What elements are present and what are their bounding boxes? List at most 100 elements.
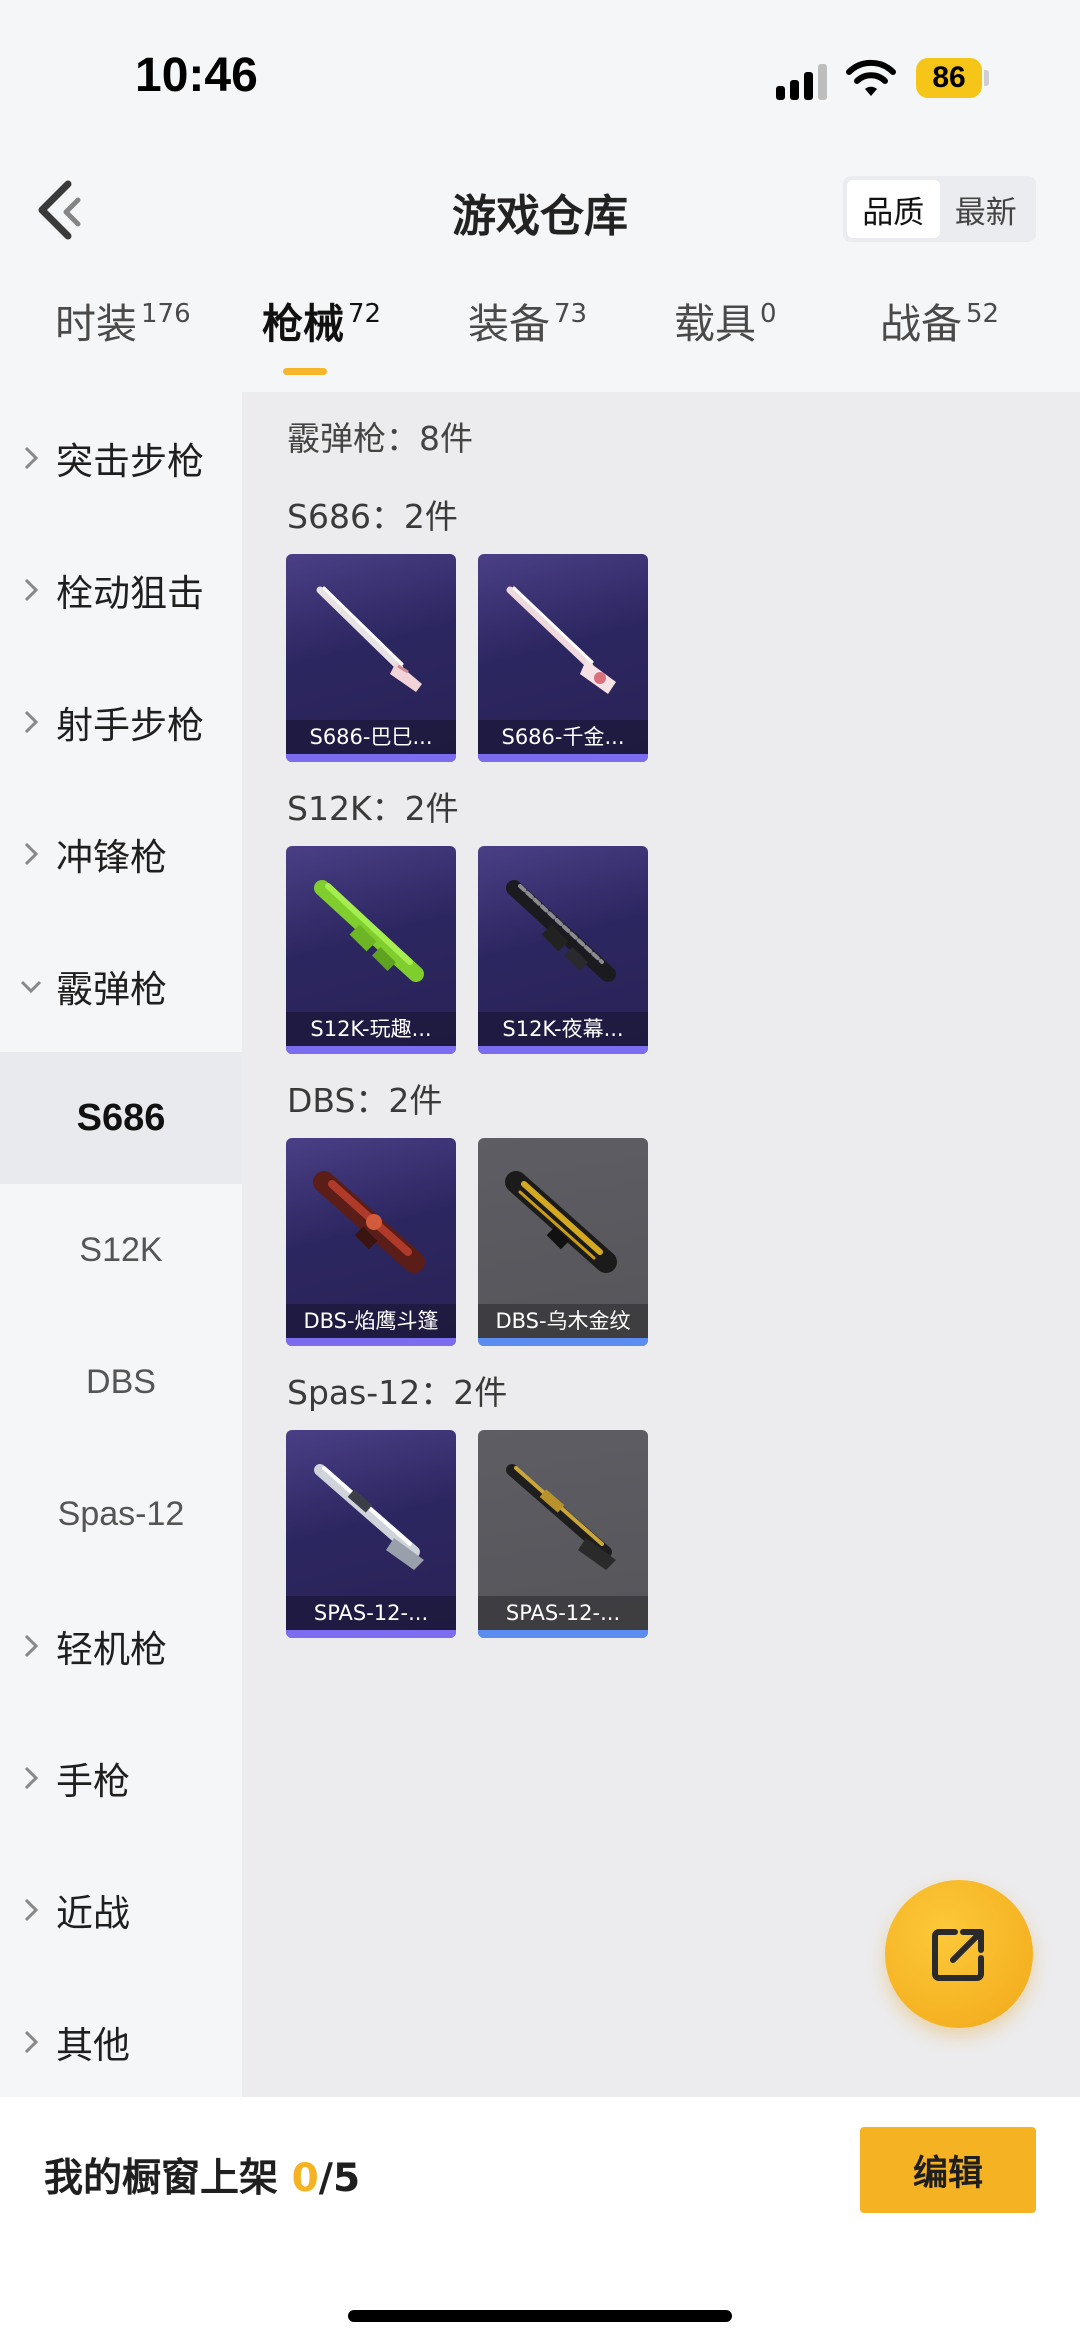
sidebar-item-smg[interactable]: 冲锋枪 <box>0 788 242 920</box>
sort-newest-button[interactable]: 最新 <box>940 180 1033 238</box>
chevron-right-icon <box>24 578 39 602</box>
item-name: S12K-夜幕... <box>478 1012 648 1046</box>
tab-vehicles[interactable]: 载具 0 <box>674 290 777 380</box>
tab-fashion[interactable]: 时装 176 <box>55 290 191 380</box>
quality-bar <box>478 1338 648 1346</box>
tab-count: 52 <box>966 299 1000 329</box>
chevron-right-icon <box>24 446 39 470</box>
double-barrel-shotgun-icon <box>316 586 422 692</box>
item-card[interactable]: S686-巴巳... <box>286 554 456 762</box>
item-name: DBS-乌木金纹 <box>478 1304 648 1338</box>
chevron-right-icon <box>24 2030 39 2054</box>
item-name: SPAS-12-... <box>286 1596 456 1630</box>
shotgun-icon <box>506 880 616 982</box>
sidebar-item-label: 近战 <box>56 1892 130 1935</box>
share-icon <box>932 1929 984 1981</box>
sidebar-item-bolt-sniper[interactable]: 栓动狙击 <box>0 524 242 656</box>
tab-label: 枪械 <box>262 300 344 348</box>
tab-label: 时装 <box>55 300 137 348</box>
double-barrel-shotgun-icon <box>506 586 616 694</box>
tab-count: 0 <box>760 299 777 329</box>
bullpup-shotgun-icon <box>505 1171 617 1273</box>
cellular-signal-icon <box>776 60 828 100</box>
sidebar-item-label: 其他 <box>56 2024 130 2067</box>
sidebar-item-label: 射手步枪 <box>56 704 204 747</box>
quality-bar <box>286 1046 456 1054</box>
battery-icon: 86 <box>916 58 982 98</box>
showcase-label: 我的橱窗上架 <box>44 2156 279 2201</box>
item-grid: 霰弹枪：8件 S686：2件 S686-巴巳... S686-千金... S12… <box>242 392 1080 2097</box>
status-time: 10:46 <box>135 49 258 102</box>
tab-battle-gear[interactable]: 战备 52 <box>880 290 999 380</box>
item-card[interactable]: DBS-乌木金纹 <box>478 1138 648 1346</box>
tab-firearms[interactable]: 枪械 72 <box>262 290 381 380</box>
header: 游戏仓库 品质 最新 <box>0 150 1080 270</box>
tab-count: 72 <box>348 299 382 329</box>
item-card[interactable]: S12K-夜幕... <box>478 846 648 1054</box>
sidebar-item-other[interactable]: 其他 <box>0 1976 242 2108</box>
item-card[interactable]: DBS-焰鹰斗篷 <box>286 1138 456 1346</box>
quality-bar <box>286 754 456 762</box>
group-title: S12K：2件 <box>287 789 459 828</box>
group-title: Spas-12：2件 <box>287 1373 508 1412</box>
tab-equipment[interactable]: 装备 73 <box>468 290 587 380</box>
quality-bar <box>286 1338 456 1346</box>
item-name: SPAS-12-... <box>478 1596 648 1630</box>
item-card[interactable]: SPAS-12-... <box>478 1430 648 1638</box>
sidebar-subitem-s12k[interactable]: S12K <box>0 1184 242 1316</box>
sidebar-subitem-dbs[interactable]: DBS <box>0 1316 242 1448</box>
category-tabs: 时装 176 枪械 72 装备 73 载具 0 战备 52 <box>0 290 1080 390</box>
wifi-icon <box>846 59 896 96</box>
active-tab-indicator <box>283 368 327 375</box>
sidebar-item-label: 轻机枪 <box>56 1628 167 1671</box>
group-title: DBS：2件 <box>287 1081 443 1120</box>
item-name: DBS-焰鹰斗篷 <box>286 1304 456 1338</box>
tab-label: 载具 <box>674 300 756 348</box>
sort-toggle: 品质 最新 <box>843 176 1036 242</box>
tab-count: 176 <box>141 299 191 329</box>
item-name: S12K-玩趣... <box>286 1012 456 1046</box>
home-indicator[interactable] <box>348 2310 732 2322</box>
sidebar-item-marksman-rifle[interactable]: 射手步枪 <box>0 656 242 788</box>
quality-bar <box>478 754 648 762</box>
share-button[interactable] <box>885 1880 1033 2028</box>
sidebar-item-melee[interactable]: 近战 <box>0 1844 242 1976</box>
category-summary: 霰弹枪：8件 <box>287 419 473 458</box>
sidebar-item-label: 栓动狙击 <box>56 572 204 615</box>
sidebar-item-pistol[interactable]: 手枪 <box>0 1712 242 1844</box>
item-card[interactable]: S12K-玩趣... <box>286 846 456 1054</box>
showcase-current-count: 0 <box>291 2156 319 2201</box>
quality-bar <box>478 1046 648 1054</box>
pump-shotgun-icon <box>506 1464 616 1570</box>
showcase-total-count: /5 <box>318 2156 361 2201</box>
sidebar-item-assault-rifle[interactable]: 突击步枪 <box>0 392 242 524</box>
chevron-right-icon <box>24 1766 39 1790</box>
edit-button[interactable]: 编辑 <box>860 2127 1036 2213</box>
tab-count: 73 <box>554 299 588 329</box>
item-card[interactable]: S686-千金... <box>478 554 648 762</box>
sidebar-subitem-s686[interactable]: S686 <box>0 1052 242 1184</box>
tab-label: 装备 <box>468 300 550 348</box>
item-name: S686-巴巳... <box>286 720 456 754</box>
bullpup-shotgun-icon <box>313 1171 425 1273</box>
group-title: S686：2件 <box>287 497 458 536</box>
sidebar-item-shotgun[interactable]: 霰弹枪 <box>0 920 242 1052</box>
sidebar-item-label: 霰弹枪 <box>56 968 167 1011</box>
showcase-status: 我的橱窗上架 0/5 <box>44 2147 360 2203</box>
quality-bar <box>478 1630 648 1638</box>
chevron-right-icon <box>24 1898 39 1922</box>
bottom-bar: 我的橱窗上架 0/5 编辑 <box>0 2097 1080 2341</box>
sidebar-item-label: 突击步枪 <box>56 440 204 483</box>
status-bar: 10:46 86 <box>0 0 1080 150</box>
chevron-down-icon <box>20 980 42 994</box>
sidebar-subitem-spas12[interactable]: Spas-12 <box>0 1448 242 1580</box>
item-card[interactable]: SPAS-12-... <box>286 1430 456 1638</box>
sort-quality-button[interactable]: 品质 <box>847 180 940 238</box>
pump-shotgun-icon <box>314 1464 424 1570</box>
sidebar-item-label: 手枪 <box>56 1760 130 1803</box>
chevron-right-icon <box>24 710 39 734</box>
shotgun-icon <box>314 880 424 982</box>
sidebar-item-lmg[interactable]: 轻机枪 <box>0 1580 242 1712</box>
sidebar: 突击步枪 栓动狙击 射手步枪 冲锋枪 霰弹枪 S686 S12K DBS Spa… <box>0 392 242 2097</box>
tab-label: 战备 <box>880 300 962 348</box>
